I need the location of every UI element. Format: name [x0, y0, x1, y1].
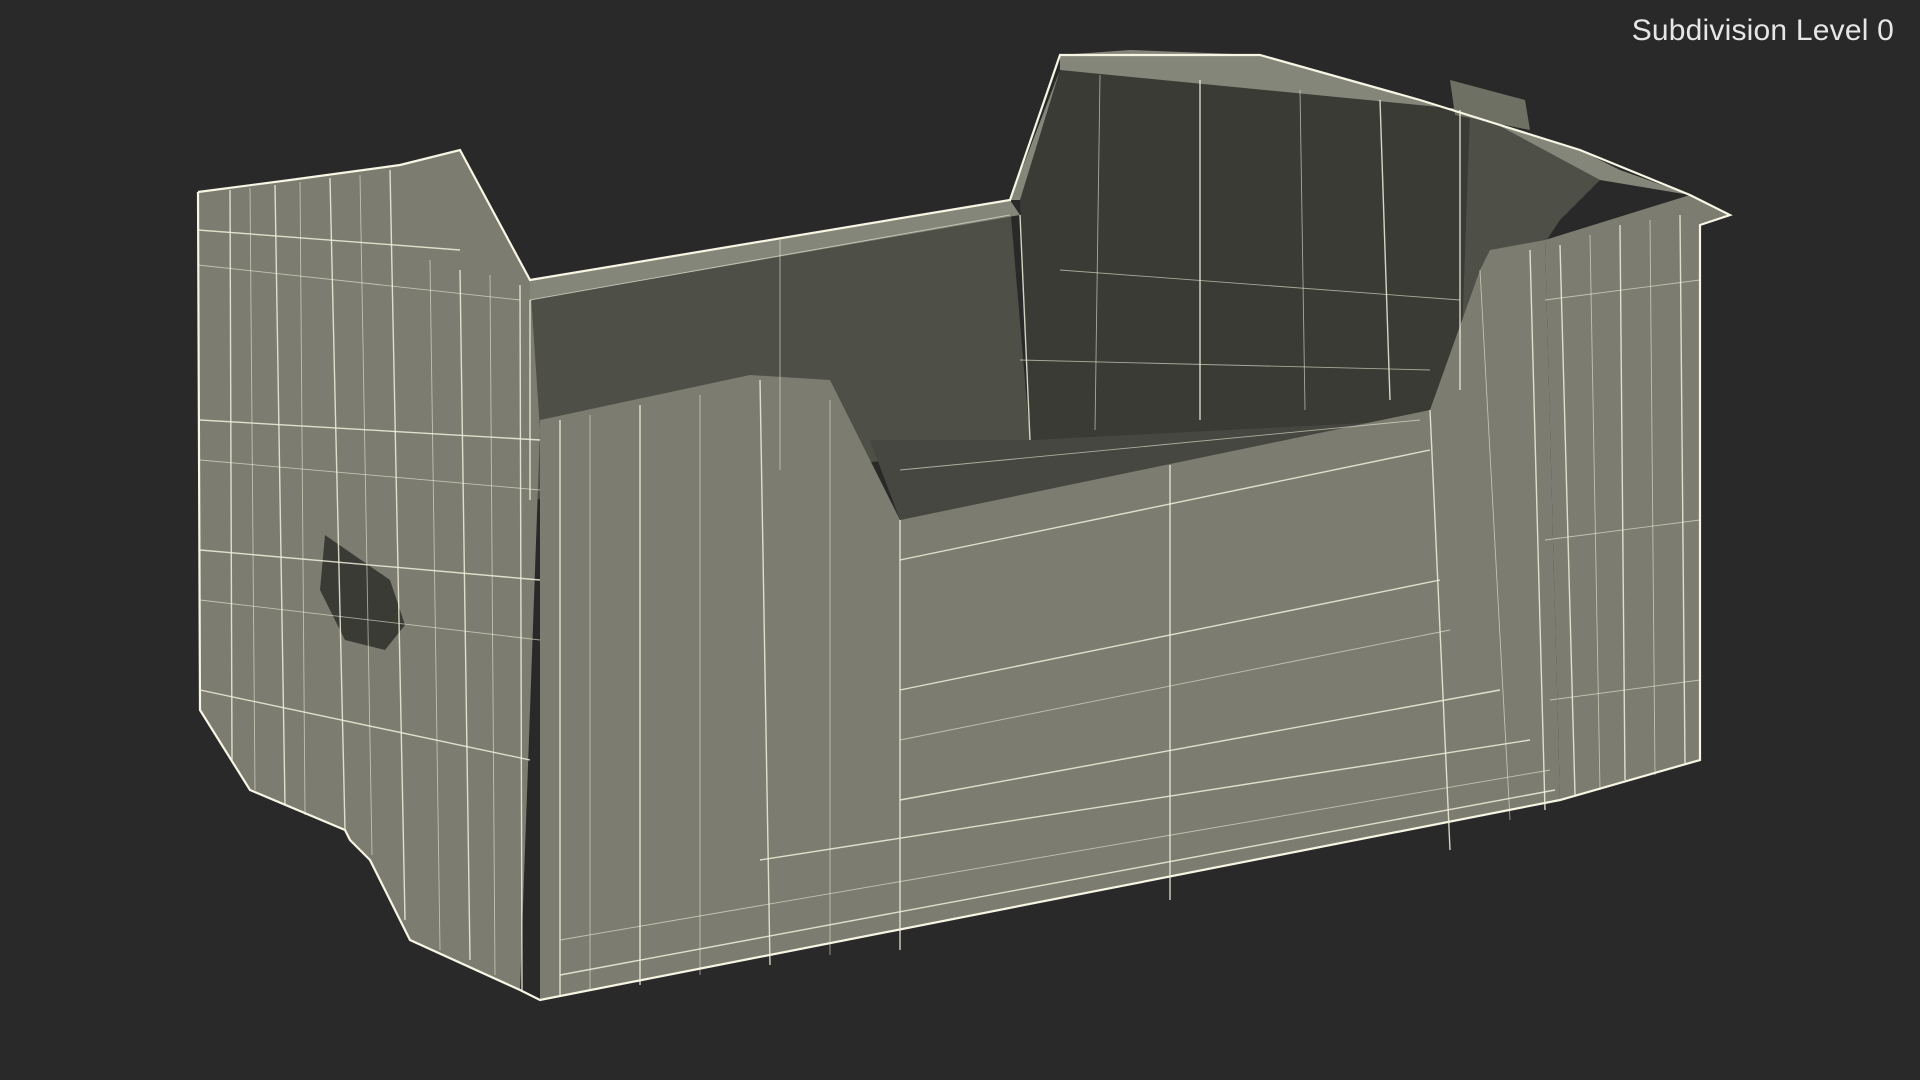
crate-wireframe-model: [196, 50, 1733, 1002]
render-viewport: Subdivision Level 0: [0, 0, 1920, 1080]
subdivision-level-label: Subdivision Level 0: [1631, 14, 1894, 47]
crate-inner-back-wall: [1020, 70, 1470, 440]
